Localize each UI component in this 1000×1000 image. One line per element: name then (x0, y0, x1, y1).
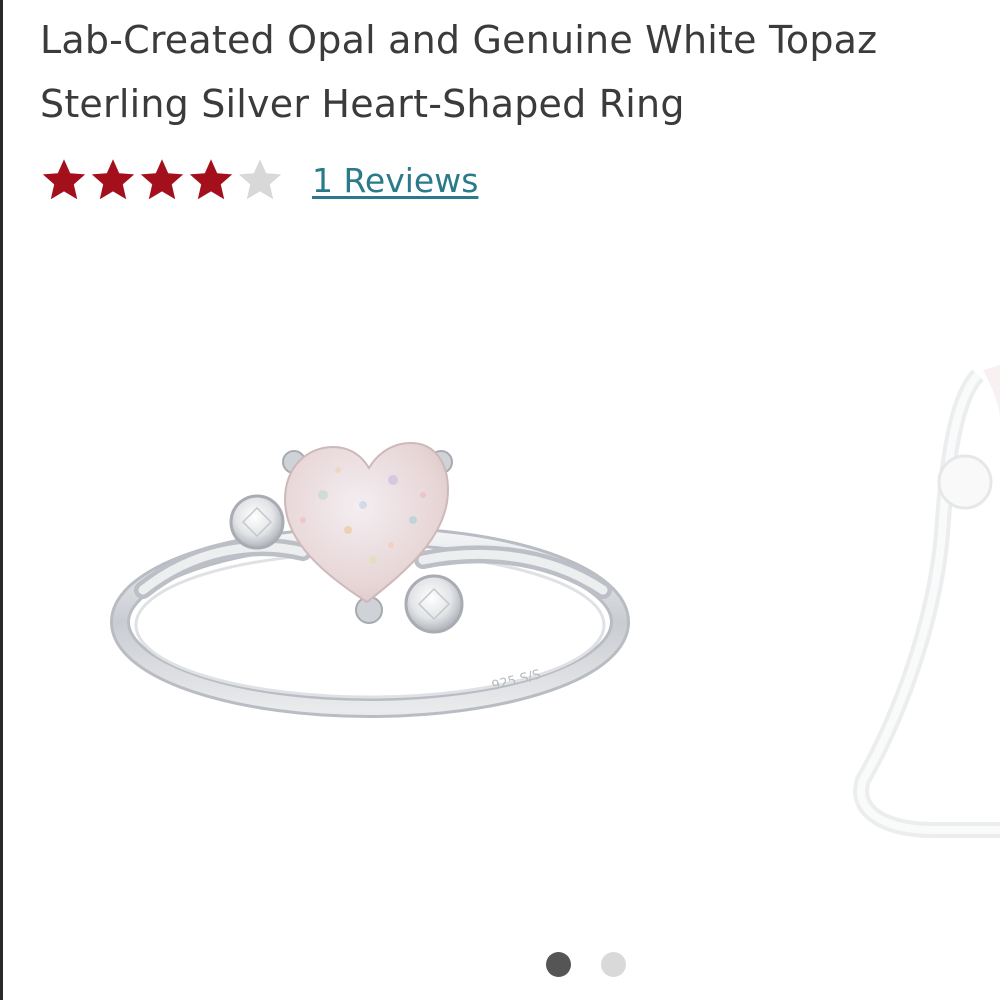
carousel-dot-1[interactable] (546, 951, 571, 977)
star-filled-icon (91, 159, 135, 200)
star-rating (40, 156, 285, 204)
star-empty-icon (238, 159, 282, 200)
product-image-carousel[interactable]: 925 S/S (3, 230, 1000, 1000)
star-filled-icon (42, 159, 86, 200)
carousel-pagination (0, 950, 1000, 978)
carousel-dot-2[interactable] (601, 951, 626, 977)
ring-product-image: 925 S/S (110, 365, 1000, 838)
main-ring: 925 S/S (110, 441, 630, 718)
product-title: Lab-Created Opal and Genuine White Topaz… (40, 18, 878, 126)
star-filled-icon (140, 159, 184, 200)
star-filled-icon (189, 159, 233, 200)
reviews-link[interactable]: 1 Reviews (312, 161, 478, 200)
next-image-preview (853, 365, 1000, 838)
rating-row: 1 Reviews (40, 150, 478, 210)
